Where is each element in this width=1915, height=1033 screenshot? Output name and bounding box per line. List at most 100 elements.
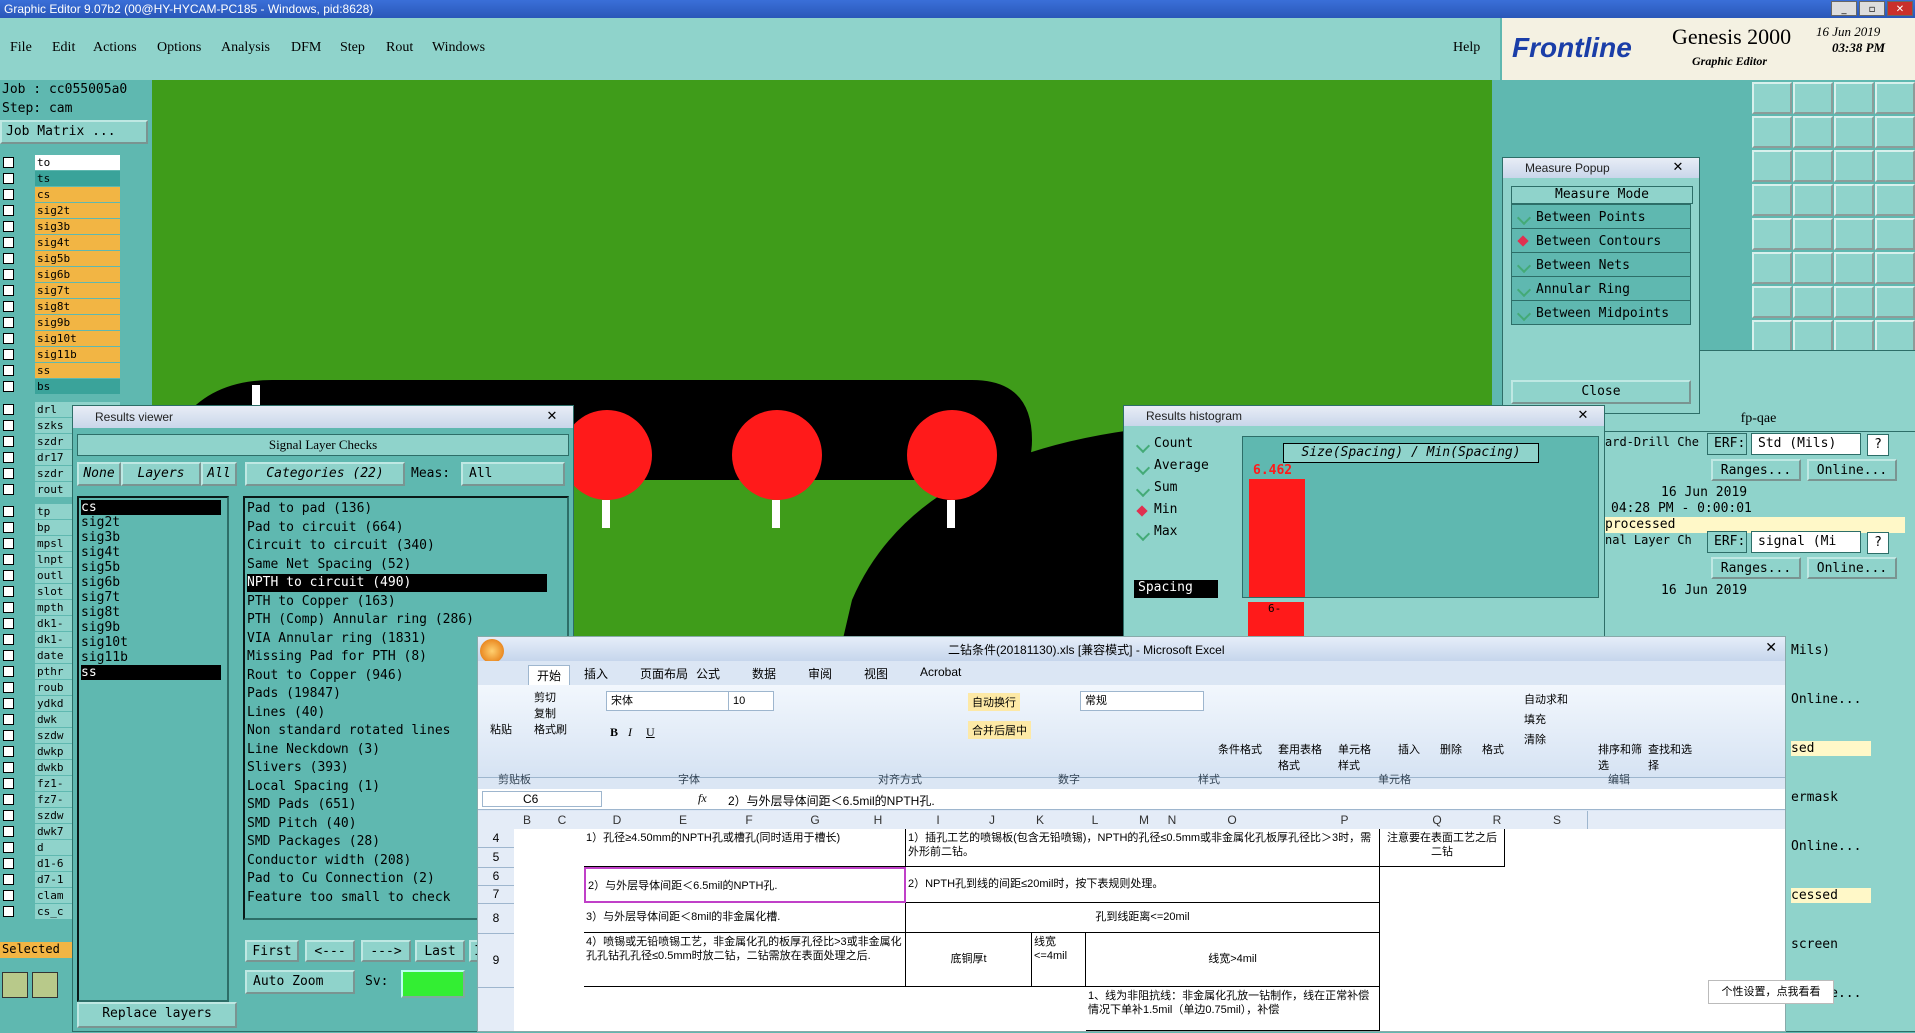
- column-header[interactable]: F: [716, 811, 783, 829]
- find-select-button[interactable]: 查找和选择: [1648, 741, 1694, 773]
- job-matrix-button[interactable]: Job Matrix ...: [0, 120, 148, 144]
- row-header[interactable]: 4: [478, 829, 514, 848]
- layer-row[interactable]: ss: [0, 363, 120, 378]
- column-header[interactable]: Q: [1407, 811, 1468, 829]
- layer-checkbox[interactable]: [3, 810, 14, 821]
- layer-checkbox[interactable]: [3, 730, 14, 741]
- layers-button[interactable]: Layers: [121, 462, 201, 486]
- results-viewer-close-button[interactable]: ✕: [537, 408, 567, 425]
- font-size-input[interactable]: 10: [728, 691, 774, 711]
- menu-edit[interactable]: Edit: [52, 40, 75, 56]
- result-layer-item[interactable]: sig5b: [81, 560, 221, 575]
- delete-button[interactable]: 删除: [1440, 741, 1462, 757]
- tool-icon[interactable]: [1793, 286, 1833, 318]
- column-header[interactable]: H: [848, 811, 909, 829]
- result-layer-item[interactable]: sig7t: [81, 590, 221, 605]
- result-layer-item[interactable]: sig10t: [81, 635, 221, 650]
- window-titlebar[interactable]: Graphic Editor 9.07b2 (00@HY-HYCAM-PC185…: [0, 0, 1915, 18]
- layer-checkbox[interactable]: [3, 874, 14, 885]
- tool-icon[interactable]: [1752, 82, 1792, 114]
- menu-rout[interactable]: Rout: [386, 40, 413, 56]
- minimize-button[interactable]: _: [1831, 1, 1857, 16]
- menu-windows[interactable]: Windows: [432, 40, 485, 56]
- stat-option[interactable]: Min: [1134, 502, 1177, 522]
- cell-k10[interactable]: 1、线为非阻抗线：非金属化孔放一钻制作，线在正常补偿情况下单补1.5mil（单边…: [1086, 987, 1380, 1031]
- result-layer-item[interactable]: ss: [81, 665, 221, 680]
- results-viewer-titlebar[interactable]: Results viewer ✕: [73, 406, 573, 428]
- measure-mode-5[interactable]: Between Midpoints: [1511, 300, 1691, 325]
- cell-c8[interactable]: 3）与外层导体间距＜8mil的非金属化槽.: [584, 903, 906, 933]
- layer-checkbox[interactable]: [3, 906, 14, 917]
- histogram-titlebar[interactable]: Results histogram ✕: [1124, 406, 1604, 426]
- name-box[interactable]: C6: [482, 791, 602, 807]
- measure-popup-titlebar[interactable]: Measure Popup ✕: [1503, 158, 1699, 178]
- layer-row[interactable]: sig3b: [0, 219, 120, 234]
- cell-g6[interactable]: 2）NPTH孔到线的间距≤20mil时，按下表规则处理。: [906, 867, 1380, 903]
- layer-checkbox[interactable]: [3, 173, 14, 184]
- layer-checkbox[interactable]: [3, 349, 14, 360]
- measure-close-button[interactable]: Close: [1511, 380, 1691, 404]
- row-header[interactable]: 6: [478, 867, 514, 886]
- histogram-bar-2[interactable]: 6-: [1248, 602, 1304, 636]
- help-icon[interactable]: ?: [1867, 532, 1889, 554]
- column-header[interactable]: M: [1126, 811, 1163, 829]
- column-header[interactable]: J: [968, 811, 1017, 829]
- tool-icon[interactable]: [1752, 286, 1792, 318]
- cell-g8[interactable]: 孔到线距离<=20mil: [906, 903, 1380, 933]
- format-button[interactable]: 格式: [1482, 741, 1504, 757]
- cut-button[interactable]: 剪切: [534, 689, 556, 705]
- none-button[interactable]: None: [77, 462, 121, 486]
- tool-icon[interactable]: [1752, 116, 1792, 148]
- layer-checkbox[interactable]: [3, 570, 14, 581]
- column-header[interactable]: R: [1467, 811, 1528, 829]
- sort-filter-button[interactable]: 排序和筛选: [1598, 741, 1644, 773]
- measure-mode-4[interactable]: Annular Ring: [1511, 276, 1691, 301]
- first-button[interactable]: First: [245, 940, 299, 962]
- layer-checkbox[interactable]: [3, 205, 14, 216]
- sv-color-dropdown[interactable]: [401, 970, 465, 998]
- category-item[interactable]: Pad to circuit (664): [247, 519, 547, 537]
- layer-checkbox[interactable]: [3, 333, 14, 344]
- result-layer-item[interactable]: sig9b: [81, 620, 221, 635]
- online-button[interactable]: Online...: [1807, 557, 1897, 579]
- tool-icon[interactable]: [1875, 116, 1915, 148]
- layer-checkbox[interactable]: [3, 890, 14, 901]
- layer-checkbox[interactable]: [3, 634, 14, 645]
- layer-checkbox[interactable]: [3, 746, 14, 757]
- menu-options[interactable]: Options: [157, 40, 201, 56]
- clear-button[interactable]: 清除: [1524, 731, 1546, 747]
- menu-step[interactable]: Step: [340, 40, 365, 56]
- tool-icon[interactable]: [1834, 320, 1874, 352]
- column-header[interactable]: N: [1162, 811, 1183, 829]
- layer-row[interactable]: ts: [0, 171, 120, 186]
- cell-k9[interactable]: 线宽>4mil: [1086, 933, 1380, 987]
- tool-icon[interactable]: [1875, 320, 1915, 352]
- tool-icon[interactable]: [1834, 218, 1874, 250]
- layer-checkbox[interactable]: [3, 253, 14, 264]
- stat-option[interactable]: Sum: [1134, 480, 1177, 500]
- layer-row[interactable]: sig9b: [0, 315, 120, 330]
- column-header[interactable]: L: [1064, 811, 1127, 829]
- column-header[interactable]: E: [650, 811, 717, 829]
- tool-icon[interactable]: [1834, 116, 1874, 148]
- ribbon-tab[interactable]: 插入: [584, 665, 608, 682]
- tool-icon[interactable]: [1834, 286, 1874, 318]
- tool-icon[interactable]: [1875, 218, 1915, 250]
- layer-checkbox[interactable]: [3, 157, 14, 168]
- excel-titlebar[interactable]: 二钻条件(20181130).xls [兼容模式] - Microsoft Ex…: [478, 637, 1785, 663]
- tool-icon[interactable]: [1752, 150, 1792, 182]
- table-format-button[interactable]: 套用表格格式: [1278, 741, 1328, 773]
- ribbon-tab[interactable]: 数据: [752, 665, 776, 682]
- layer-row[interactable]: to: [0, 155, 120, 170]
- tool-icon[interactable]: [1793, 150, 1833, 182]
- spacing-metric[interactable]: Spacing: [1134, 580, 1218, 598]
- cell-o4[interactable]: 注意要在表面工艺之后二钻: [1380, 829, 1505, 867]
- layer-checkbox[interactable]: [3, 794, 14, 805]
- font-name-input[interactable]: 宋体: [606, 691, 730, 711]
- layer-checkbox[interactable]: [3, 285, 14, 296]
- layer-checkbox[interactable]: [3, 484, 14, 495]
- column-header[interactable]: D: [584, 811, 651, 829]
- tool-icon[interactable]: [1834, 252, 1874, 284]
- column-header[interactable]: I: [908, 811, 969, 829]
- italic-button[interactable]: I: [628, 725, 632, 740]
